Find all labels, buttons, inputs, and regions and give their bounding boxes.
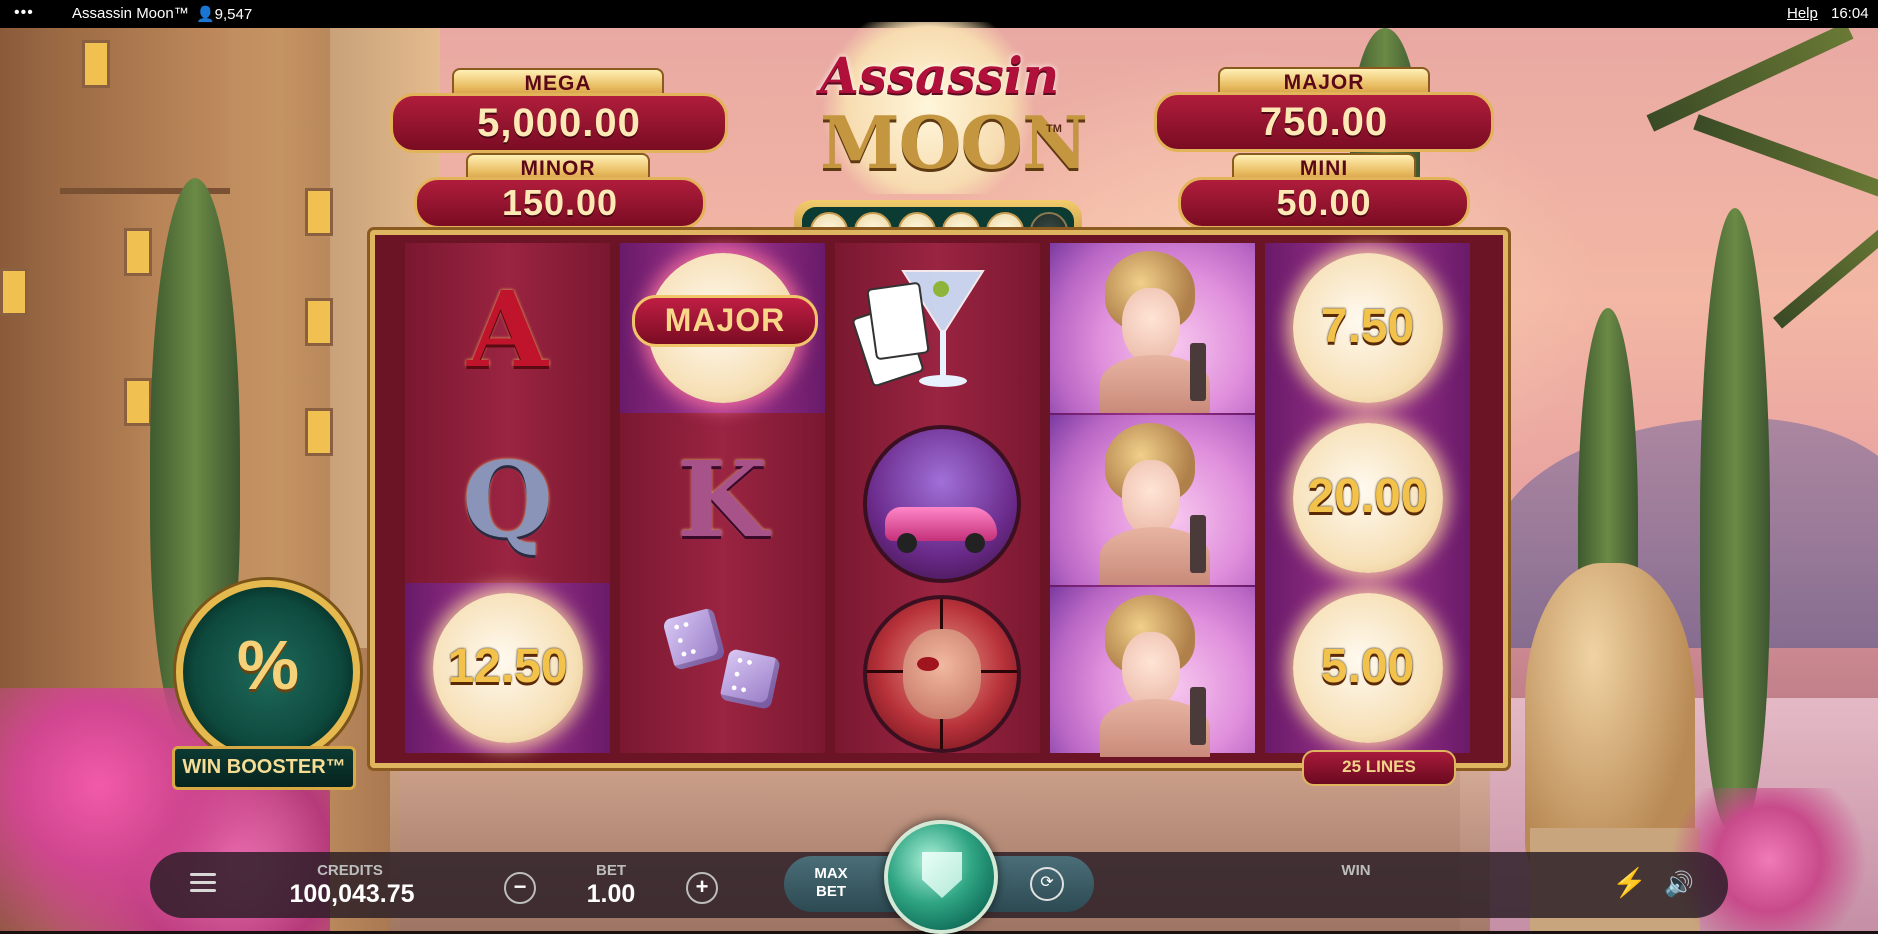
car-wheel (897, 533, 917, 553)
symbol-moon-credit: 5.00 (1265, 583, 1470, 753)
window (124, 228, 152, 276)
major-badge: MAJOR (632, 295, 818, 347)
car-wheel (965, 533, 985, 553)
bet-increase-button[interactable]: + (686, 872, 718, 904)
symbol-moon-credit: 20.00 (1265, 413, 1470, 583)
win-booster-button[interactable]: % (176, 580, 360, 764)
logo-trademark: TM (1046, 123, 1062, 135)
symbol-assassin-woman (1050, 415, 1255, 585)
dice-icon (662, 607, 726, 671)
percent-arrow-icon: % (236, 626, 300, 704)
moon-credit-value: 5.00 (1320, 640, 1415, 693)
logo-assassin: Assassin (820, 46, 1060, 105)
pistol-icon (1190, 687, 1206, 745)
palm-frond (1646, 28, 1854, 132)
woman-face (1122, 632, 1180, 708)
reel-2: MAJOR K (620, 243, 825, 753)
symbol-assassin-woman (1050, 243, 1255, 413)
turbo-icon[interactable]: ⚡ (1612, 866, 1647, 899)
reel-3: ♠ (835, 243, 1040, 753)
reel-5: 7.50 20.00 5.00 (1265, 243, 1470, 753)
symbol-assassin-woman (1050, 587, 1255, 757)
symbol-moon-credit: 12.50 (405, 583, 610, 753)
crosshair-icon (863, 595, 1021, 753)
menu-line (190, 881, 216, 884)
pistol-icon (1190, 515, 1206, 573)
eye-patch (917, 657, 939, 671)
window (0, 268, 28, 316)
bet-label: BET (596, 862, 626, 879)
credits-value: 100,043.75 (289, 880, 415, 908)
reel-4 (1050, 243, 1255, 757)
pistol-icon (1190, 343, 1206, 401)
bet-value: 1.00 (586, 880, 636, 908)
symbol-villain-target (835, 583, 1040, 753)
jackpot-mega-value: 5,000.00 (390, 93, 728, 153)
symbol-moon-major: MAJOR (620, 243, 825, 413)
spin-button[interactable] (884, 820, 998, 934)
moon-credit-value: 7.50 (1320, 300, 1415, 353)
palm-frond (1773, 221, 1878, 329)
symbol-k-letter: K (677, 438, 768, 561)
sound-icon[interactable]: 🔊 (1664, 870, 1694, 899)
win-booster-label[interactable]: WIN BOOSTER™ (172, 746, 356, 790)
player-count: 👤9,547 (196, 6, 253, 23)
hamburger-menu-icon[interactable] (190, 870, 218, 894)
max-bet-button[interactable]: MAX BET (800, 865, 862, 901)
symbol-q: Q (405, 413, 610, 583)
woman-face (1122, 288, 1180, 364)
jackpot-mini-value: 50.00 (1178, 177, 1470, 229)
window (305, 408, 333, 456)
woman-face (1122, 460, 1180, 536)
dice-icon (719, 648, 781, 710)
jackpot-major-value: 750.00 (1154, 92, 1494, 152)
help-link[interactable]: Help (1787, 5, 1818, 22)
symbol-q-letter: Q (462, 438, 553, 561)
credits-label: CREDITS (317, 862, 383, 879)
car-icon (863, 425, 1021, 583)
window (82, 40, 110, 88)
menu-line (190, 889, 216, 892)
window (305, 188, 333, 236)
moon-credit-value: 12.50 (447, 640, 568, 693)
cypress-tree (1700, 208, 1770, 828)
symbol-a: A (405, 243, 610, 413)
spin-logo-icon (922, 852, 962, 898)
reel-grid: A Q 12.50 MAJOR K ● ● ● ● ● ● ● ● ● ● 7.… (370, 230, 1508, 768)
paylines-badge: 25 LINES (1302, 750, 1456, 786)
symbol-sports-car (835, 413, 1040, 583)
clock: 16:04 (1831, 5, 1869, 22)
window (124, 378, 152, 426)
bet-decrease-button[interactable]: − (504, 872, 536, 904)
more-menu-icon[interactable]: ••• (14, 4, 34, 22)
symbol-dice (620, 583, 825, 753)
symbol-cocktail-cards: ♠ (835, 243, 1040, 413)
symbol-k: K (620, 413, 825, 583)
moon-credit-value: 20.00 (1307, 470, 1428, 523)
symbol-moon-credit: 7.50 (1265, 243, 1470, 413)
villain-face (903, 629, 981, 719)
game-title: Assassin Moon™ (72, 5, 189, 22)
symbol-a-letter: A (467, 268, 548, 391)
win-label: WIN (1341, 862, 1371, 879)
logo-moon-text: MOON (820, 100, 1088, 185)
window (305, 298, 333, 346)
jackpot-minor-value: 150.00 (414, 177, 706, 229)
reel-1: A Q 12.50 (405, 243, 610, 753)
playing-card-icon (866, 281, 930, 361)
menu-line (190, 873, 216, 876)
palm-frond (1693, 114, 1878, 198)
autoplay-icon[interactable]: ⟳ (1030, 867, 1064, 901)
